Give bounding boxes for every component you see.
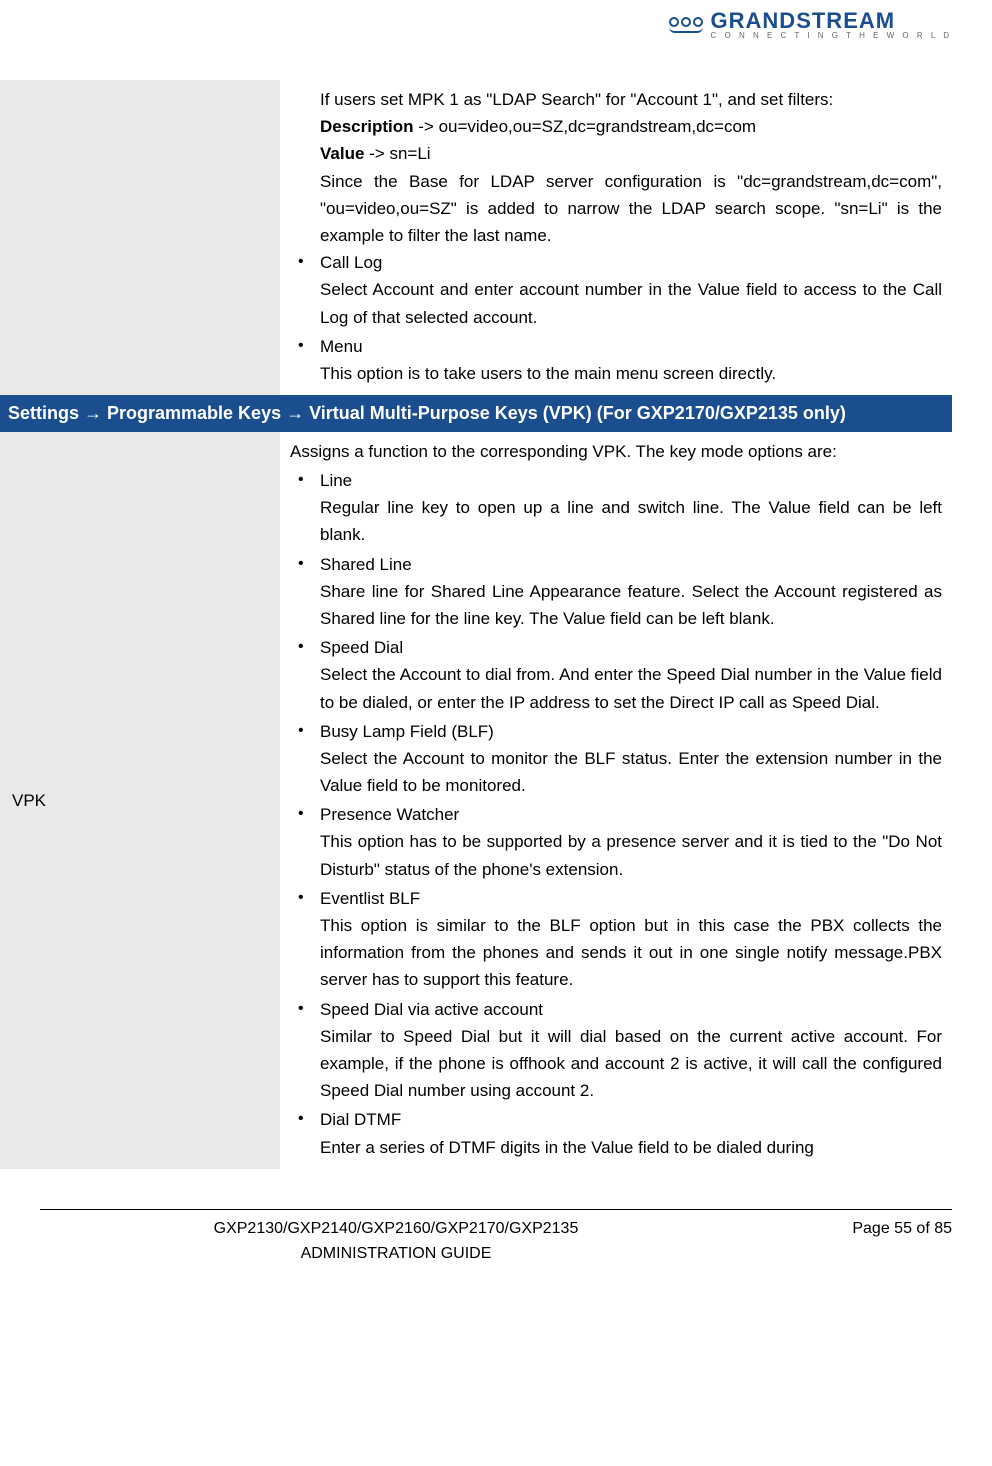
item-title: Call Log: [320, 249, 942, 276]
logo-main-text: GRANDSTREAM: [711, 10, 952, 32]
item-title: Speed Dial: [320, 634, 942, 661]
footer-title: GXP2130/GXP2140/GXP2160/GXP2170/GXP2135 …: [40, 1216, 752, 1267]
ldap-line1: If users set MPK 1 as "LDAP Search" for …: [320, 86, 942, 113]
brand-logo: GRANDSTREAM C O N N E C T I N G T H E W …: [669, 10, 952, 40]
item-title: Shared Line: [320, 551, 942, 578]
page-header: GRANDSTREAM C O N N E C T I N G T H E W …: [0, 0, 992, 60]
ldap-value-line: Value -> sn=Li: [320, 140, 942, 167]
list-item: Shared Line Share line for Shared Line A…: [290, 551, 942, 633]
item-title: Menu: [320, 333, 942, 360]
list-item: Line Regular line key to open up a line …: [290, 467, 942, 549]
table-row: VPK Assigns a function to the correspond…: [0, 432, 952, 1169]
item-desc: This option is to take users to the main…: [320, 360, 942, 387]
item-title: Dial DTMF: [320, 1106, 942, 1133]
item-desc: Regular line key to open up a line and s…: [320, 494, 942, 548]
item-desc: Enter a series of DTMF digits in the Val…: [320, 1134, 942, 1161]
list-item: Speed Dial Select the Account to dial fr…: [290, 634, 942, 716]
config-table: If users set MPK 1 as "LDAP Search" for …: [0, 80, 952, 1169]
item-desc: Select the Account to dial from. And ent…: [320, 661, 942, 715]
list-item: Busy Lamp Field (BLF) Select the Account…: [290, 718, 942, 800]
page-content: If users set MPK 1 as "LDAP Search" for …: [0, 60, 992, 1189]
ldap-description-line: Description -> ou=video,ou=SZ,dc=grandst…: [320, 113, 942, 140]
vpk-content-cell: Assigns a function to the corresponding …: [280, 432, 952, 1169]
vpk-label-cell: VPK: [0, 432, 280, 1169]
item-desc: Select Account and enter account number …: [320, 276, 942, 330]
right-content-cell: If users set MPK 1 as "LDAP Search" for …: [280, 80, 952, 395]
page-footer: GXP2130/GXP2140/GXP2160/GXP2170/GXP2135 …: [40, 1209, 952, 1267]
item-title: Line: [320, 467, 942, 494]
footer-doc-subtitle: ADMINISTRATION GUIDE: [301, 1245, 492, 1262]
list-item: Eventlist BLF This option is similar to …: [290, 885, 942, 994]
footer-doc-title: GXP2130/GXP2140/GXP2160/GXP2170/GXP2135: [214, 1220, 579, 1237]
item-desc: Share line for Shared Line Appearance fe…: [320, 578, 942, 632]
item-desc: This option is similar to the BLF option…: [320, 912, 942, 994]
vpk-list: Line Regular line key to open up a line …: [290, 467, 942, 1161]
list-item: Call Log Select Account and enter accoun…: [290, 249, 942, 331]
vpk-intro: Assigns a function to the corresponding …: [290, 438, 942, 465]
logo-sub-text: C O N N E C T I N G T H E W O R L D: [711, 32, 952, 40]
item-title: Speed Dial via active account: [320, 996, 942, 1023]
item-title: Busy Lamp Field (BLF): [320, 718, 942, 745]
item-desc: Select the Account to monitor the BLF st…: [320, 745, 942, 799]
value-label: Value: [320, 144, 364, 163]
ldap-example-block: If users set MPK 1 as "LDAP Search" for …: [290, 86, 942, 249]
section1-list: Call Log Select Account and enter accoun…: [290, 249, 942, 387]
list-item: Presence Watcher This option has to be s…: [290, 801, 942, 883]
list-item: Speed Dial via active account Similar to…: [290, 996, 942, 1105]
left-label-cell: [0, 80, 280, 395]
item-title: Presence Watcher: [320, 801, 942, 828]
item-title: Eventlist BLF: [320, 885, 942, 912]
item-desc: Similar to Speed Dial but it will dial b…: [320, 1023, 942, 1105]
list-item: Dial DTMF Enter a series of DTMF digits …: [290, 1106, 942, 1160]
logo-icon: [669, 17, 703, 33]
value-value: -> sn=Li: [364, 144, 430, 163]
ldap-explanation: Since the Base for LDAP server configura…: [320, 168, 942, 250]
section-header-text: Settings → Programmable Keys → Virtual M…: [0, 395, 952, 432]
item-desc: This option has to be supported by a pre…: [320, 828, 942, 882]
section-header-row: Settings → Programmable Keys → Virtual M…: [0, 395, 952, 432]
table-row: If users set MPK 1 as "LDAP Search" for …: [0, 80, 952, 395]
description-value: -> ou=video,ou=SZ,dc=grandstream,dc=com: [414, 117, 757, 136]
description-label: Description: [320, 117, 414, 136]
list-item: Menu This option is to take users to the…: [290, 333, 942, 387]
footer-page-number: Page 55 of 85: [752, 1216, 952, 1267]
